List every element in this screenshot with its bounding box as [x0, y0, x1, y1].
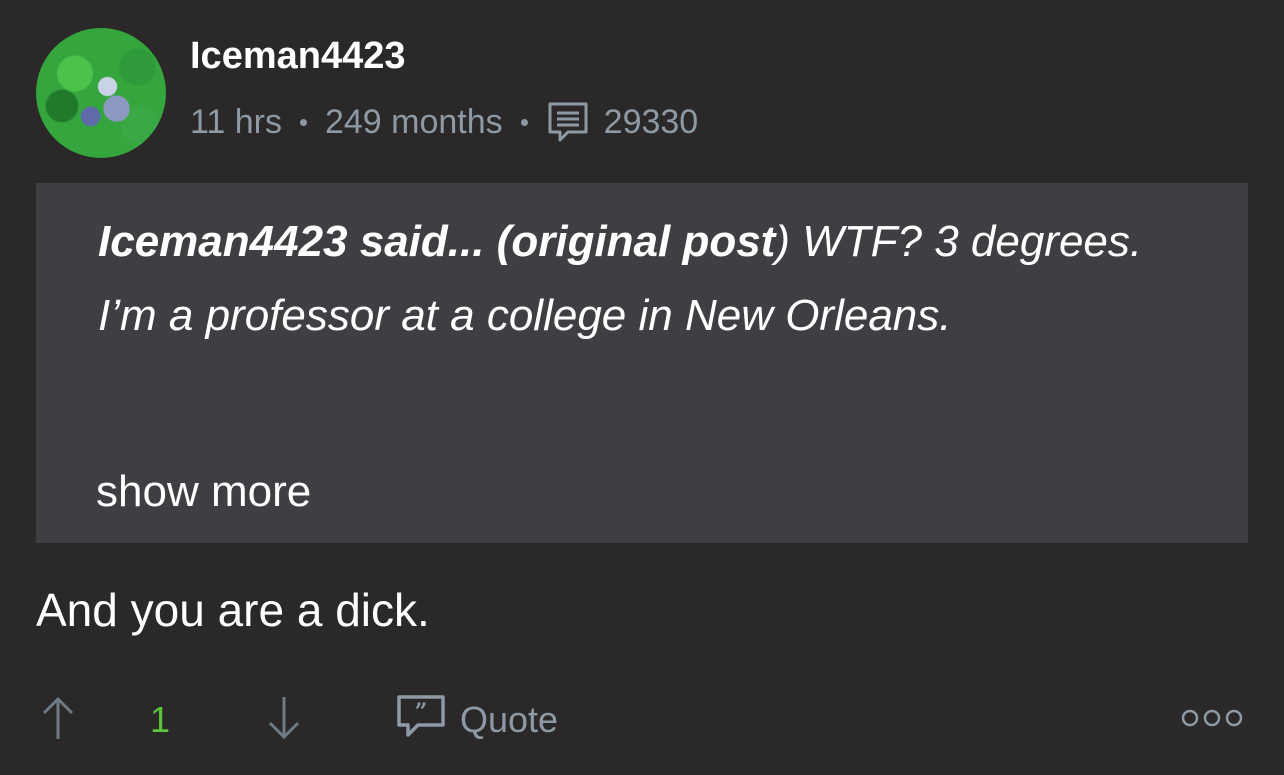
arrow-up-icon: [38, 695, 78, 746]
post-meta: 11 hrs 249 months 29330: [190, 100, 698, 144]
quote-close-paren: ): [775, 217, 790, 266]
svg-text:”: ”: [415, 699, 428, 725]
separator-dot: [299, 118, 307, 126]
arrow-down-icon: [264, 695, 304, 746]
quote-button[interactable]: ” Quote: [396, 690, 558, 750]
member-duration: 249 months: [324, 102, 503, 141]
comment-body: And you are a dick.: [36, 584, 430, 636]
posts-icon: [546, 100, 590, 144]
separator-dot: [520, 118, 528, 126]
post-count[interactable]: 29330: [604, 103, 699, 142]
quoted-post-text: Iceman4423 said... (original post) WTF? …: [98, 205, 1178, 353]
upvote-button[interactable]: [38, 690, 82, 750]
vote-count: 1: [150, 699, 171, 740]
quoted-author[interactable]: Iceman4423 said... (original post: [98, 217, 775, 266]
avatar[interactable]: [36, 28, 166, 158]
downvote-button[interactable]: [264, 690, 308, 750]
action-bar: 1 ” Quote: [0, 690, 1284, 750]
post-time: 11 hrs: [190, 102, 282, 141]
quoted-post: Iceman4423 said... (original post) WTF? …: [36, 183, 1248, 543]
quote-icon: ”: [396, 694, 460, 747]
username[interactable]: Iceman4423: [190, 34, 406, 78]
more-options-button[interactable]: [1180, 690, 1244, 750]
show-more-link[interactable]: show more: [96, 465, 311, 519]
quote-label: Quote: [460, 699, 559, 740]
more-options-icon: [1180, 706, 1244, 735]
